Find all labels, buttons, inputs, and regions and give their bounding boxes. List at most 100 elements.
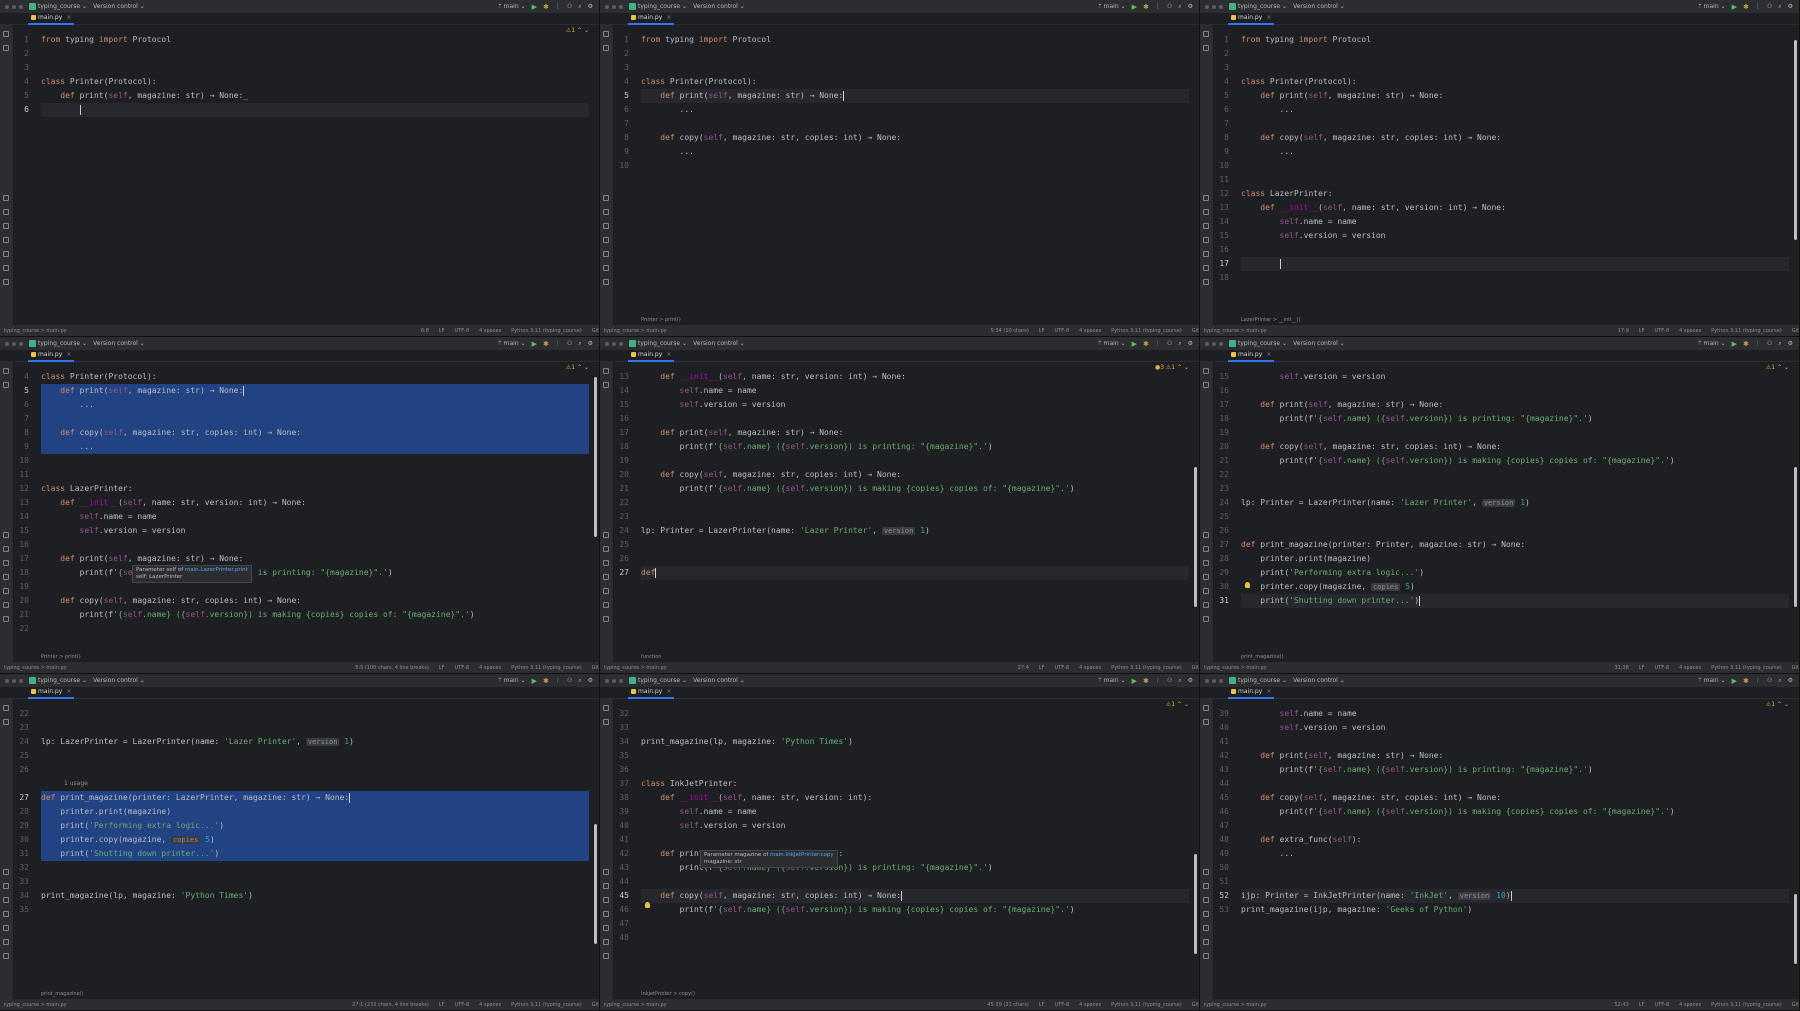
run-icon[interactable]: ▶ (532, 340, 537, 348)
tool-window-icon[interactable] (1203, 546, 1209, 552)
window-controls[interactable] (605, 678, 623, 683)
tool-window-icon[interactable] (3, 719, 9, 725)
tool-window-icon[interactable] (603, 897, 609, 903)
branch-selector[interactable]: ᛘ main ⌄ (498, 3, 525, 10)
tool-window-icon[interactable] (603, 223, 609, 229)
vcs-widget[interactable]: Git (1192, 665, 1199, 671)
tool-window-icon[interactable] (603, 869, 609, 875)
tool-window-icon[interactable] (3, 251, 9, 257)
vcs-menu[interactable]: Version control ⌄ (693, 3, 745, 10)
code-editor[interactable]: class Printer(Protocol): def print(self,… (41, 362, 589, 651)
indent-setting[interactable]: 4 spaces (1679, 328, 1701, 334)
user-icon[interactable]: ⚇ (1767, 677, 1772, 684)
tool-window-icon[interactable] (603, 883, 609, 889)
indent-setting[interactable]: 4 spaces (1679, 1002, 1701, 1008)
tool-window-icon[interactable] (1203, 265, 1209, 271)
run-icon[interactable]: ▶ (1732, 3, 1737, 11)
tool-window-icon[interactable] (603, 953, 609, 959)
tool-window-icon[interactable] (3, 574, 9, 580)
usages-hint[interactable]: 1 usage (64, 780, 88, 787)
tool-window-icon[interactable] (1203, 368, 1209, 374)
run-icon[interactable]: ▶ (532, 3, 537, 11)
status-path[interactable]: typing_course > main.py (1204, 665, 1267, 671)
vcs-menu[interactable]: Version control ⌄ (1293, 340, 1345, 347)
file-encoding[interactable]: UTF-8 (455, 1002, 470, 1008)
debug-icon[interactable]: ✱ (1743, 677, 1749, 685)
project-selector[interactable]: typing_course ⌄ (29, 3, 87, 10)
search-icon[interactable]: ⌕ (578, 3, 581, 11)
code-editor[interactable]: from typing import Protocol class Printer… (641, 25, 1189, 314)
settings-icon[interactable]: ⚙ (1788, 677, 1793, 684)
search-icon[interactable]: ⌕ (1778, 3, 1781, 11)
tool-window-icon[interactable] (3, 560, 9, 566)
close-icon[interactable]: × (666, 688, 671, 695)
user-icon[interactable]: ⚇ (1167, 3, 1172, 10)
python-interpreter[interactable]: Python 3.11 (typing_course) (1711, 665, 1782, 671)
branch-selector[interactable]: ᛘ main ⌄ (1098, 340, 1125, 347)
tool-window-icon[interactable] (3, 925, 9, 931)
debug-icon[interactable]: ✱ (1143, 3, 1149, 11)
more-icon[interactable]: ⋮ (555, 3, 561, 10)
status-path[interactable]: typing_course > main.py (604, 328, 667, 334)
close-icon[interactable]: × (66, 351, 71, 358)
file-encoding[interactable]: UTF-8 (455, 665, 470, 671)
window-controls[interactable] (5, 341, 23, 346)
close-icon[interactable]: × (1266, 351, 1271, 358)
project-selector[interactable]: typing_course ⌄ (629, 677, 687, 684)
tab-main-py[interactable]: main.py × (28, 13, 75, 25)
user-icon[interactable]: ⚇ (567, 340, 572, 347)
cursor-position[interactable]: 31:38 (1614, 665, 1628, 671)
tool-window-icon[interactable] (603, 237, 609, 243)
tool-window-icon[interactable] (3, 223, 9, 229)
tool-window-icon[interactable] (1203, 560, 1209, 566)
settings-icon[interactable]: ⚙ (588, 340, 593, 347)
lightbulb-icon[interactable] (1245, 582, 1250, 588)
tool-window-icon[interactable] (1203, 616, 1209, 622)
python-interpreter[interactable]: Python 3.11 (typing_course) (511, 665, 582, 671)
debug-icon[interactable]: ✱ (1143, 677, 1149, 685)
indent-setting[interactable]: 4 spaces (1079, 665, 1101, 671)
status-path[interactable]: typing_course > main.py (1204, 328, 1267, 334)
vcs-menu[interactable]: Version control ⌄ (1293, 3, 1345, 10)
vertical-scrollbar[interactable] (594, 377, 597, 537)
tool-window-icon[interactable] (1203, 705, 1209, 711)
tool-window-icon[interactable] (603, 209, 609, 215)
vcs-widget[interactable]: Git (1792, 665, 1799, 671)
line-separator[interactable]: LF (1039, 665, 1045, 671)
line-separator[interactable]: LF (1039, 1002, 1045, 1008)
close-icon[interactable]: × (1266, 14, 1271, 21)
indent-setting[interactable]: 4 spaces (1079, 328, 1101, 334)
window-controls[interactable] (1205, 4, 1223, 9)
vcs-menu[interactable]: Version control ⌄ (93, 3, 145, 10)
python-interpreter[interactable]: Python 3.11 (typing_course) (1111, 1002, 1182, 1008)
tool-window-icon[interactable] (603, 382, 609, 388)
code-breadcrumb[interactable]: print_magazine() (1241, 652, 1284, 662)
code-breadcrumb[interactable]: Printer > print() (41, 652, 81, 662)
close-icon[interactable]: × (666, 14, 671, 21)
status-path[interactable]: typing_course > main.py (604, 665, 667, 671)
indent-setting[interactable]: 4 spaces (479, 665, 501, 671)
line-separator[interactable]: LF (439, 328, 445, 334)
popup-link[interactable]: main.LazerPrinter.print (185, 567, 248, 573)
tool-window-icon[interactable] (1203, 279, 1209, 285)
tool-window-icon[interactable] (3, 953, 9, 959)
file-encoding[interactable]: UTF-8 (1655, 328, 1670, 334)
tool-window-icon[interactable] (3, 265, 9, 271)
vertical-scrollbar[interactable] (1194, 467, 1197, 607)
search-icon[interactable]: ⌕ (1178, 3, 1181, 11)
indent-setting[interactable]: 4 spaces (479, 1002, 501, 1008)
tool-window-icon[interactable] (1203, 953, 1209, 959)
tool-window-icon[interactable] (603, 368, 609, 374)
tool-window-icon[interactable] (603, 45, 609, 51)
tool-window-icon[interactable] (3, 368, 9, 374)
branch-selector[interactable]: ᛘ main ⌄ (498, 340, 525, 347)
tool-window-icon[interactable] (603, 925, 609, 931)
indent-setting[interactable]: 4 spaces (479, 328, 501, 334)
tool-window-icon[interactable] (3, 209, 9, 215)
window-controls[interactable] (1205, 341, 1223, 346)
window-controls[interactable] (605, 4, 623, 9)
python-interpreter[interactable]: Python 3.11 (typing_course) (1111, 665, 1182, 671)
user-icon[interactable]: ⚇ (567, 677, 572, 684)
tool-window-icon[interactable] (603, 31, 609, 37)
debug-icon[interactable]: ✱ (543, 3, 549, 11)
